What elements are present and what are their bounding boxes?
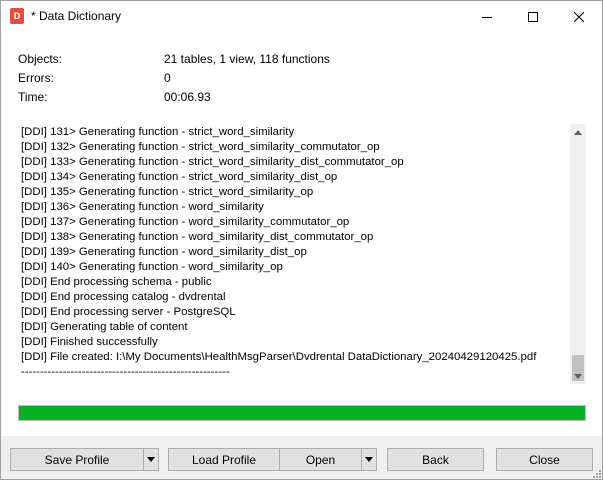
chevron-down-icon: [574, 373, 582, 379]
log-line: [DDI] End processing catalog - dvdrental: [21, 291, 226, 303]
log-line: [DDI] File created: I:\My Documents\Heal…: [21, 351, 537, 363]
open-button[interactable]: Open: [279, 448, 362, 471]
maximize-icon: [528, 11, 538, 22]
log-scrollbar[interactable]: [570, 124, 586, 384]
title-bar[interactable]: D * Data Dictionary: [1, 1, 602, 32]
log-line: [DDI] 137> Generating function - word_si…: [21, 216, 350, 228]
log-output[interactable]: [DDI] 131> Generating function - strict_…: [18, 124, 586, 384]
open-dropdown-button[interactable]: [361, 448, 377, 471]
log-line: [DDI] 139> Generating function - word_si…: [21, 246, 307, 258]
minimize-icon: [482, 16, 492, 18]
close-button[interactable]: Close: [496, 448, 593, 471]
time-label: Time:: [18, 90, 48, 104]
log-lines: [DDI] 131> Generating function - strict_…: [21, 125, 569, 380]
errors-label: Errors:: [18, 71, 54, 85]
log-line: [DDI] 134> Generating function - strict_…: [21, 171, 338, 183]
objects-label: Objects:: [18, 52, 63, 66]
chevron-up-icon: [574, 129, 582, 135]
back-button[interactable]: Back: [387, 448, 484, 471]
save-profile-dropdown-button[interactable]: [143, 448, 159, 471]
errors-value: 0: [164, 71, 171, 85]
log-line: [DDI] 132> Generating function - strict_…: [21, 141, 380, 153]
scroll-up-button[interactable]: [570, 124, 586, 140]
resize-grip-icon[interactable]: [591, 468, 601, 478]
log-line: ----------------------------------------…: [21, 366, 230, 378]
close-icon: [574, 11, 584, 22]
close-window-button[interactable]: [556, 1, 602, 32]
log-line: [DDI] Finished successfully: [21, 336, 158, 348]
log-line: [DDI] 140> Generating function - word_si…: [21, 261, 283, 273]
window-title: * Data Dictionary: [31, 9, 122, 23]
app-icon[interactable]: D: [10, 8, 24, 24]
maximize-button[interactable]: [510, 1, 556, 32]
log-line: [DDI] 138> Generating function - word_si…: [21, 231, 374, 243]
progress-fill: [19, 406, 585, 420]
chevron-down-icon: [147, 457, 155, 462]
log-line: [DDI] 133> Generating function - strict_…: [21, 156, 404, 168]
progress-bar: [18, 405, 586, 421]
chevron-down-icon: [365, 457, 373, 462]
load-profile-button[interactable]: Load Profile: [168, 448, 280, 471]
log-line: [DDI] 131> Generating function - strict_…: [21, 126, 295, 138]
content-area: Objects: 21 tables, 1 view, 118 function…: [1, 32, 602, 436]
log-line: [DDI] Generating table of content: [21, 321, 188, 333]
data-dictionary-window: D * Data Dictionary Objects: 21 tables, …: [0, 0, 603, 480]
log-line: [DDI] 135> Generating function - strict_…: [21, 186, 314, 198]
log-line: [DDI] End processing schema - public: [21, 276, 212, 288]
scroll-down-button[interactable]: [570, 368, 586, 384]
minimize-button[interactable]: [464, 1, 510, 32]
log-line: [DDI] End processing server - PostgreSQL: [21, 306, 236, 318]
save-profile-button[interactable]: Save Profile: [10, 448, 144, 471]
button-bar: Save Profile Load Profile Open Back Clos…: [1, 436, 602, 479]
objects-value: 21 tables, 1 view, 118 functions: [164, 52, 330, 66]
log-line: [DDI] 136> Generating function - word_si…: [21, 201, 264, 213]
time-value: 00:06.93: [164, 90, 211, 104]
